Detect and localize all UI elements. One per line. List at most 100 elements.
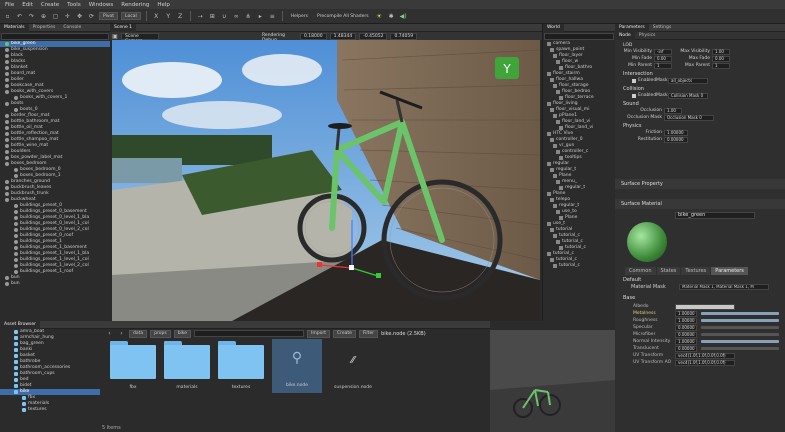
material-mask-select[interactable]: Material Mask 1, Material Mask 1, M	[679, 284, 769, 290]
new-icon[interactable]: ▫	[3, 12, 12, 21]
intersection-checkbox[interactable]	[632, 78, 636, 83]
magnet-icon[interactable]: ∪	[220, 12, 229, 21]
param-field[interactable]: 0.00000	[675, 324, 697, 331]
collision-mask-select[interactable]: Collision Mask 0	[668, 92, 708, 99]
restitution-field[interactable]: 0.00000	[664, 136, 688, 143]
precompile-shaders-button[interactable]: Precompile All Shaders	[314, 12, 372, 20]
axis-y-icon[interactable]: Y	[164, 12, 173, 21]
breadcrumb-bike[interactable]: bike	[173, 329, 192, 338]
tab-console[interactable]: Console	[59, 24, 85, 32]
param-field[interactable]: 1.00000	[675, 338, 697, 345]
redo-icon[interactable]: ↷	[27, 12, 36, 21]
asset-preview[interactable]	[490, 330, 615, 432]
viewport-value-1[interactable]: 0.18000	[300, 32, 327, 40]
param-slider[interactable]	[701, 347, 779, 350]
light-icon[interactable]: ✱	[387, 12, 396, 21]
local-select[interactable]: Local	[121, 12, 141, 20]
undo-icon[interactable]: ↶	[15, 12, 24, 21]
link-icon[interactable]: ∞	[232, 12, 241, 21]
min-visibility-field[interactable]: -inf	[654, 48, 672, 55]
square-icon[interactable]: ▢	[51, 12, 60, 21]
tab-physics[interactable]: Physics	[635, 32, 660, 40]
material-item[interactable]: bun	[0, 281, 110, 287]
surface-property-header[interactable]: Surface Property	[615, 179, 785, 189]
param-slider[interactable]	[701, 326, 779, 329]
param-field[interactable]: 1.00000	[675, 317, 697, 324]
rotate-icon[interactable]: ⟳	[87, 12, 96, 21]
snap-icon[interactable]: ⇢	[196, 12, 205, 21]
select-icon[interactable]: ✛	[63, 12, 72, 21]
camera-select[interactable]: Scene Camera	[121, 32, 159, 44]
param-field[interactable]: 1.00000	[675, 310, 697, 317]
node-icon[interactable]: ⋔	[244, 12, 253, 21]
filter-button[interactable]: Filter	[358, 329, 379, 338]
list-icon[interactable]: ≡	[268, 12, 277, 21]
tab-asset-browser[interactable]: Asset Browser	[0, 320, 40, 329]
asset-file-suspension-node[interactable]: ⁄⁄ suspension.node	[328, 341, 378, 401]
asset-tree-folder[interactable]: textures	[0, 407, 100, 413]
tab-common[interactable]: Common	[625, 267, 656, 275]
friction-field[interactable]: 1.00000	[664, 129, 688, 136]
param-slider[interactable]	[701, 319, 779, 322]
asset-folder-textures[interactable]: textures	[216, 341, 266, 401]
viewport-value-4[interactable]: 0.74059	[390, 32, 418, 40]
asset-folder-fbx[interactable]: fbx	[108, 341, 158, 401]
min-parent-field[interactable]: 1	[654, 62, 672, 69]
breadcrumb-data[interactable]: data	[129, 329, 148, 338]
param-field[interactable]: vec4(1.0f,1.0f,0.0f,0.0f)	[675, 352, 735, 359]
tab-parameters[interactable]: Parameters	[615, 23, 649, 32]
back-icon[interactable]: ‹	[105, 329, 114, 338]
tab-properties[interactable]: Properties	[29, 24, 60, 32]
helpers-menu[interactable]: Helpers	[288, 12, 311, 20]
asset-folder-materials[interactable]: materials	[162, 341, 212, 401]
forward-icon[interactable]: ›	[117, 329, 126, 338]
tab-settings[interactable]: Settings	[649, 24, 675, 32]
param-slider[interactable]	[701, 333, 779, 336]
axis-z-icon[interactable]: Z	[176, 12, 185, 21]
target-icon[interactable]: ⊕	[39, 12, 48, 21]
rendering-debug-select[interactable]: Rendering Debug	[259, 33, 297, 43]
asset-file-bike-node[interactable]: ⚲ bike.node	[272, 339, 322, 393]
play-icon[interactable]: ▸	[256, 12, 265, 21]
param-slider[interactable]	[701, 340, 779, 343]
asset-search-input[interactable]	[194, 330, 305, 337]
menu-tools[interactable]: Tools	[67, 2, 81, 8]
occlusion-field[interactable]: 1.00	[664, 107, 682, 114]
param-field[interactable]: 0.00000	[675, 331, 697, 338]
sound-icon[interactable]: ◀)	[399, 12, 408, 21]
sun-icon[interactable]: ☀	[375, 12, 384, 21]
intersection-mask-select[interactable]: all_objects	[668, 77, 708, 84]
max-visibility-field[interactable]: 1.00	[712, 48, 730, 55]
max-fade-field[interactable]: 0.00	[712, 55, 730, 62]
viewport-value-2[interactable]: 1.48344	[329, 32, 357, 40]
scene-render[interactable]: Y	[112, 40, 540, 321]
create-button[interactable]: Create	[332, 329, 356, 338]
max-parent-field[interactable]: 1	[712, 62, 730, 69]
axis-x-icon[interactable]: X	[152, 12, 161, 21]
menu-edit[interactable]: Edit	[22, 2, 33, 8]
menu-windows[interactable]: Windows	[89, 2, 114, 8]
pivot-select[interactable]: Pivot	[99, 12, 119, 20]
menu-help[interactable]: Help	[157, 2, 170, 8]
grid-icon[interactable]: ⊞	[208, 12, 217, 21]
param-field[interactable]	[675, 303, 735, 310]
move-icon[interactable]: ✥	[75, 12, 84, 21]
world-search-input[interactable]	[544, 33, 614, 40]
menu-create[interactable]: Create	[41, 2, 59, 8]
import-button[interactable]: Import	[307, 329, 330, 338]
tab-scene[interactable]: Scene 1	[110, 23, 137, 32]
param-field[interactable]: 0.00000	[675, 345, 697, 352]
surface-material-header[interactable]: Surface Material	[615, 199, 785, 209]
tab-textures[interactable]: Textures	[681, 267, 711, 275]
occlusion-mask-select[interactable]: Occlusion Mask 0	[664, 114, 714, 121]
tab-parameters-material[interactable]: Parameters	[711, 267, 748, 275]
world-node[interactable]: tutorial_c	[543, 263, 615, 269]
min-fade-field[interactable]: 0.00	[654, 55, 672, 62]
param-slider[interactable]	[701, 312, 779, 315]
collision-checkbox[interactable]	[632, 93, 636, 98]
param-field[interactable]: vec4(1.0f,1.0f,0.0f,0.0f)	[675, 359, 735, 366]
tab-node[interactable]: Node	[615, 31, 635, 40]
menu-file[interactable]: File	[5, 2, 14, 8]
viewport-value-3[interactable]: -0.45052	[359, 32, 388, 40]
menu-rendering[interactable]: Rendering	[121, 2, 149, 8]
